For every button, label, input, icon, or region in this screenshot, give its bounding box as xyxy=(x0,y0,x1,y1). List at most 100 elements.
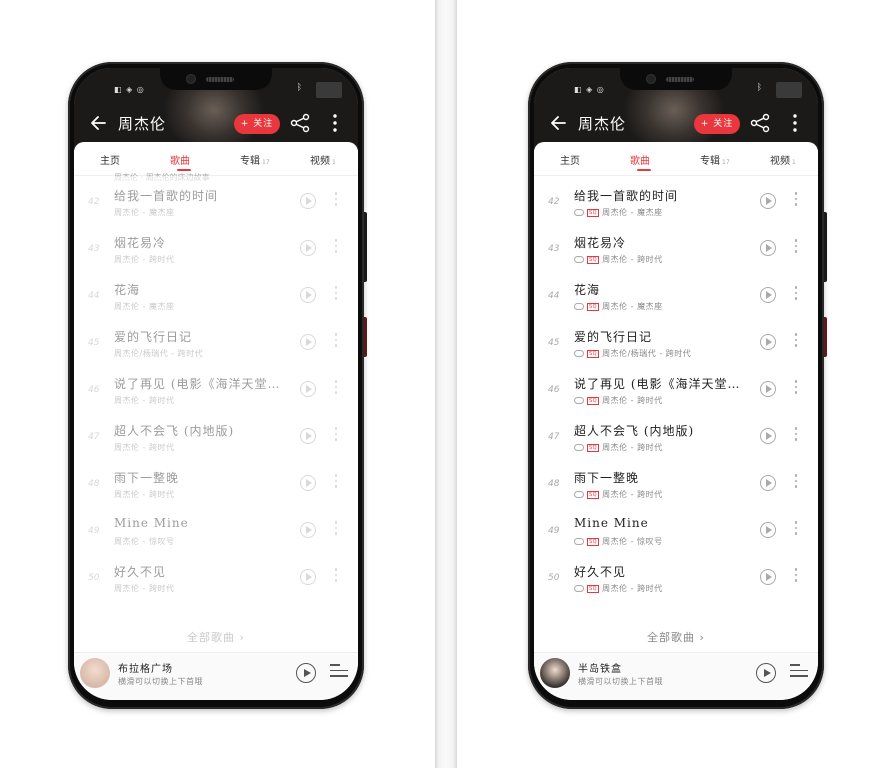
mini-player[interactable]: 半岛铁盒 横滑可以切换上下首哦 xyxy=(534,652,818,700)
play-video-icon[interactable] xyxy=(760,287,776,303)
play-video-icon[interactable] xyxy=(760,475,776,491)
all-songs-link[interactable]: 全部歌曲 › xyxy=(534,629,818,645)
tab-0[interactable]: 主页 xyxy=(560,152,580,167)
song-more-icon[interactable] xyxy=(794,521,798,539)
song-row[interactable]: 43 烟花易冷 SQ 周杰伦 - 跨时代 xyxy=(534,227,818,274)
song-row[interactable]: 48 雨下一整晚 SQ 周杰伦 - 跨时代 xyxy=(534,462,818,509)
play-video-icon[interactable] xyxy=(300,475,316,491)
play-video-icon[interactable] xyxy=(300,428,316,444)
all-songs-link[interactable]: 全部歌曲 › xyxy=(74,629,358,645)
back-arrow-icon[interactable] xyxy=(548,113,568,133)
camera-notch xyxy=(620,68,732,90)
play-video-icon[interactable] xyxy=(760,240,776,256)
song-subtitle: 周杰伦 - 跨时代 xyxy=(114,489,174,500)
play-video-icon[interactable] xyxy=(300,240,316,256)
play-button[interactable] xyxy=(756,663,776,683)
tab-2[interactable]: 专辑 17 xyxy=(700,152,730,167)
song-more-icon[interactable] xyxy=(794,568,798,586)
song-more-icon[interactable] xyxy=(794,286,798,304)
sq-badge: SQ xyxy=(587,490,600,499)
song-row[interactable]: 49 Mine Mine SQ 周杰伦 - 惊叹号 xyxy=(534,509,818,556)
camera-icon xyxy=(186,74,196,84)
song-more-icon[interactable] xyxy=(794,239,798,257)
play-video-icon[interactable] xyxy=(300,193,316,209)
status-icons: ◧ ◈ ◎ xyxy=(574,85,605,94)
song-row[interactable]: 47 超人不会飞 (内地版) 周杰伦 - 跨时代 xyxy=(74,415,358,462)
song-more-icon[interactable] xyxy=(334,239,338,257)
play-video-icon[interactable] xyxy=(760,428,776,444)
song-row[interactable]: 43 烟花易冷 周杰伦 - 跨时代 xyxy=(74,227,358,274)
song-more-icon[interactable] xyxy=(794,380,798,398)
share-icon[interactable] xyxy=(749,112,771,134)
song-more-icon[interactable] xyxy=(334,333,338,351)
tab-0[interactable]: 主页 xyxy=(100,152,120,167)
play-video-icon[interactable] xyxy=(300,381,316,397)
play-video-icon[interactable] xyxy=(300,287,316,303)
tab-label: 歌曲 xyxy=(170,156,190,167)
active-tab-indicator xyxy=(637,169,651,171)
song-artist-album: 周杰伦 - 跨时代 xyxy=(114,584,175,593)
song-more-icon[interactable] xyxy=(334,474,338,492)
song-subtitle: SQ 周杰伦 - 跨时代 xyxy=(574,442,663,453)
album-cover[interactable] xyxy=(540,658,570,688)
song-row[interactable]: 47 超人不会飞 (内地版) SQ 周杰伦 - 跨时代 xyxy=(534,415,818,462)
song-row[interactable]: 42 给我一首歌的时间 SQ 周杰伦 - 魔杰座 xyxy=(534,180,818,227)
tab-1[interactable]: 歌曲 xyxy=(630,152,650,167)
song-row[interactable]: 46 说了再见 (电影《海洋天堂… SQ 周杰伦 - 跨时代 xyxy=(534,368,818,415)
song-row[interactable]: 44 花海 周杰伦 - 魔杰座 xyxy=(74,274,358,321)
more-vertical-icon[interactable] xyxy=(790,112,800,134)
back-arrow-icon[interactable] xyxy=(88,113,108,133)
song-artist-album: 周杰伦 - 跨时代 xyxy=(114,490,175,499)
play-video-icon[interactable] xyxy=(760,334,776,350)
song-row[interactable]: 45 爱的飞行日记 周杰伦/杨瑞代 - 跨时代 xyxy=(74,321,358,368)
now-playing-hint: 横滑可以切换上下首哦 xyxy=(118,677,203,686)
song-index: 47 xyxy=(548,432,560,442)
play-video-icon[interactable] xyxy=(760,522,776,538)
mini-player[interactable]: 布拉格广场 横滑可以切换上下首哦 xyxy=(74,652,358,700)
battery-icon xyxy=(316,82,342,98)
cloud-icon xyxy=(574,585,584,592)
song-row[interactable]: 46 说了再见 (电影《海洋天堂… 周杰伦 - 跨时代 xyxy=(74,368,358,415)
play-video-icon[interactable] xyxy=(760,381,776,397)
song-more-icon[interactable] xyxy=(794,192,798,210)
song-row[interactable]: 42 给我一首歌的时间 周杰伦 - 魔杰座 xyxy=(74,180,358,227)
play-video-icon[interactable] xyxy=(760,569,776,585)
song-row[interactable]: 48 雨下一整晚 周杰伦 - 跨时代 xyxy=(74,462,358,509)
song-more-icon[interactable] xyxy=(334,192,338,210)
tab-3[interactable]: 视频 1 xyxy=(310,152,336,167)
song-more-icon[interactable] xyxy=(334,427,338,445)
tab-2[interactable]: 专辑 17 xyxy=(240,152,270,167)
power-button xyxy=(824,317,827,357)
song-more-icon[interactable] xyxy=(334,286,338,304)
tab-label: 主页 xyxy=(560,156,580,167)
play-video-icon[interactable] xyxy=(300,569,316,585)
song-more-icon[interactable] xyxy=(334,521,338,539)
song-artist-album: 周杰伦 - 跨时代 xyxy=(114,255,175,264)
song-row[interactable]: 50 好久不见 周杰伦 - 跨时代 xyxy=(74,556,358,603)
song-row[interactable]: 45 爱的飞行日记 SQ 周杰伦/杨瑞代 - 跨时代 xyxy=(534,321,818,368)
play-button[interactable] xyxy=(296,663,316,683)
song-more-icon[interactable] xyxy=(334,380,338,398)
follow-button[interactable]: + 关注 xyxy=(694,114,740,134)
song-row[interactable]: 44 花海 SQ 周杰伦 - 魔杰座 xyxy=(534,274,818,321)
song-row[interactable]: 49 Mine Mine 周杰伦 - 惊叹号 xyxy=(74,509,358,556)
playlist-icon[interactable] xyxy=(790,664,808,682)
play-video-icon[interactable] xyxy=(760,193,776,209)
play-video-icon[interactable] xyxy=(300,334,316,350)
song-more-icon[interactable] xyxy=(794,427,798,445)
playlist-icon[interactable] xyxy=(330,664,348,682)
camera-notch xyxy=(160,68,272,90)
song-row[interactable]: 50 好久不见 SQ 周杰伦 - 跨时代 xyxy=(534,556,818,603)
song-subtitle: 周杰伦 - 跨时代 xyxy=(114,442,174,453)
follow-button[interactable]: + 关注 xyxy=(234,114,280,134)
song-more-icon[interactable] xyxy=(794,333,798,351)
song-index: 46 xyxy=(88,385,100,395)
share-icon[interactable] xyxy=(289,112,311,134)
tab-3[interactable]: 视频 1 xyxy=(770,152,796,167)
song-more-icon[interactable] xyxy=(794,474,798,492)
album-cover[interactable] xyxy=(80,658,110,688)
tab-1[interactable]: 歌曲 xyxy=(170,152,190,167)
more-vertical-icon[interactable] xyxy=(330,112,340,134)
play-video-icon[interactable] xyxy=(300,522,316,538)
song-more-icon[interactable] xyxy=(334,568,338,586)
